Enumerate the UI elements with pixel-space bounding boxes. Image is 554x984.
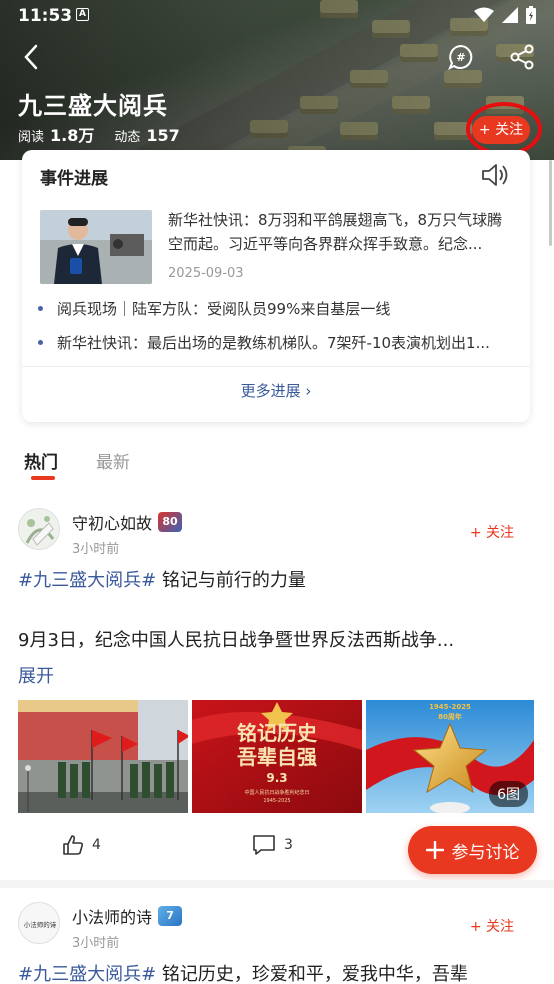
status-bar: 11:53 A	[0, 0, 554, 32]
follow-topic-button[interactable]: + 关注	[472, 116, 530, 144]
more-progress-link[interactable]: 更多进展 ›	[22, 380, 530, 401]
speaker-icon[interactable]	[480, 162, 510, 188]
dynamic-count: 157	[146, 126, 180, 145]
post-author[interactable]: 小法师的诗 7	[72, 904, 183, 928]
like-button[interactable]: 4	[62, 834, 101, 856]
back-icon[interactable]	[18, 42, 46, 72]
bullet-dot	[38, 305, 43, 311]
tab-new[interactable]: 最新	[96, 448, 130, 473]
comment-icon	[253, 835, 275, 855]
post-body[interactable]: 9月3日，纪念中国人民抗日战争暨世界反法西斯战争...	[18, 626, 538, 652]
post-title-text: 铭记历史，珍爱和平，爱我中华，吾辈	[156, 964, 468, 984]
expand-link[interactable]: 展开	[18, 662, 54, 688]
event-bullet-text: 新华社快讯：最后出场的是教练机梯队。7架歼-10表演机划出1...	[57, 334, 490, 352]
comment-bubble-icon[interactable]: #	[448, 44, 474, 70]
share-icon[interactable]	[510, 44, 534, 70]
dynamic-label: 动态	[114, 130, 141, 145]
read-label: 阅读	[18, 130, 45, 145]
image-text-line1: 铭记历史	[237, 721, 318, 745]
tab-hot[interactable]: 热门	[24, 448, 58, 473]
post-hashtag[interactable]: #九三盛大阅兵#	[18, 964, 156, 984]
post-title[interactable]: #九三盛大阅兵# 铭记历史，珍爱和平，爱我中华，吾辈	[18, 960, 538, 984]
event-bullet-text: 阅兵现场｜陆军方队：受阅队员99%来自基层一线	[57, 300, 391, 318]
post-hashtag[interactable]: #九三盛大阅兵#	[18, 570, 156, 591]
join-discussion-button[interactable]: 参与讨论	[408, 826, 537, 874]
thumbs-up-icon	[63, 835, 84, 855]
post-author[interactable]: 守初心如故 80	[72, 510, 183, 534]
scrollbar[interactable]	[549, 160, 552, 246]
image-text-years: 1945-2025	[263, 798, 290, 804]
follow-author-button[interactable]: + 关注	[470, 916, 514, 936]
svg-text:#: #	[456, 51, 465, 64]
event-main-text[interactable]: 新华社快讯：8万羽和平鸽展翅高飞，8万只气球腾空而起。习近平等向各界群众挥手致意…	[168, 208, 514, 256]
level-badge-icon: 7	[158, 906, 183, 926]
battery-icon	[526, 6, 536, 24]
feed-tabs: 热门 最新	[0, 446, 554, 486]
wifi-icon	[474, 7, 494, 22]
post-image-gold-star[interactable]: 1945-2025 80周年 6图	[366, 700, 534, 813]
topic-page: 11:53 A # 九三盛大阅兵 阅读 1.8万 动态 157 + 关注 事件进…	[0, 0, 554, 984]
comment-button[interactable]: 3	[252, 834, 293, 856]
image-anniversary: 80周年	[438, 712, 462, 721]
badge-80-icon: 80	[158, 512, 183, 532]
read-count: 1.8万	[50, 126, 95, 145]
event-progress-card: 事件进展 新华社快讯：8万羽和平鸽展翅高飞，8万只气球腾空而起。习近平等向各界群…	[22, 150, 530, 422]
post-image-parade[interactable]	[18, 700, 188, 813]
news-thumbnail[interactable]	[40, 210, 152, 284]
topic-stats: 阅读 1.8万 动态 157	[18, 122, 200, 146]
author-name: 守初心如故	[72, 514, 153, 533]
event-heading: 事件进展	[40, 169, 108, 189]
post-image-remember-history[interactable]: 铭记历史 吾辈自强 9.3 中国人民抗日战争胜利纪念日 1945-2025	[192, 700, 362, 813]
signal-icon	[502, 7, 518, 23]
image-years: 1945-2025	[429, 703, 471, 711]
topic-title: 九三盛大阅兵	[18, 92, 168, 120]
bullet-dot	[38, 339, 43, 345]
avatar[interactable]	[18, 508, 60, 550]
event-bullet-item[interactable]: 阅兵现场｜陆军方队：受阅队员99%来自基层一线	[38, 298, 514, 319]
post-time: 3小时前	[72, 542, 120, 557]
event-bullet-item[interactable]: 新华社快讯：最后出场的是教练机梯队。7架歼-10表演机划出1...	[38, 332, 514, 353]
status-time: 11:53	[18, 6, 73, 26]
comment-count: 3	[284, 837, 293, 853]
plus-icon	[425, 841, 444, 859]
post-title[interactable]: #九三盛大阅兵# 铭记与前行的力量	[18, 566, 538, 592]
follow-author-button[interactable]: + 关注	[470, 522, 514, 542]
avatar[interactable]: 小法师的诗	[18, 902, 60, 944]
event-date: 2025-09-03	[168, 266, 244, 281]
image-text-small: 中国人民抗日战争胜利纪念日	[244, 789, 309, 796]
join-discussion-label: 参与讨论	[451, 842, 520, 863]
image-count-badge: 6图	[489, 781, 528, 807]
post-time: 3小时前	[72, 936, 120, 951]
author-name: 小法师的诗	[72, 908, 153, 927]
notification-a-icon: A	[76, 8, 89, 21]
post-title-text: 铭记与前行的力量	[156, 570, 306, 591]
image-text-line2: 吾辈自强	[237, 745, 317, 769]
card-divider	[22, 366, 530, 367]
post-separator	[0, 880, 554, 888]
tab-active-indicator	[31, 476, 55, 480]
like-count: 4	[92, 837, 101, 853]
avatar-text: 小法师的诗	[24, 920, 57, 929]
image-text-date: 9.3	[266, 771, 287, 785]
